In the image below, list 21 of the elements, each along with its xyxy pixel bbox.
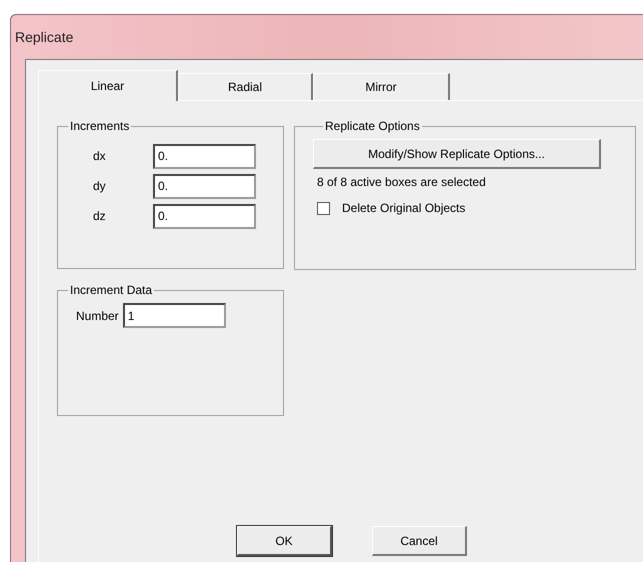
tab[interactable]: Linear xyxy=(38,70,178,101)
tab[interactable]: Mirror xyxy=(313,73,450,100)
cancel-button[interactable]: Cancel xyxy=(372,526,467,556)
field-label: dy xyxy=(93,179,107,193)
input-field[interactable]: 0. xyxy=(153,174,256,198)
checkbox-label[interactable]: Delete Original Objects xyxy=(342,201,466,215)
group-title: Replicate Options xyxy=(324,119,421,133)
status-text: 8 of 8 active boxes are selected xyxy=(317,175,487,189)
field-label: dz xyxy=(93,209,107,223)
field-label: Number xyxy=(76,308,119,322)
window-title: Replicate xyxy=(15,29,74,45)
tab[interactable]: Radial xyxy=(178,73,313,100)
group-title: Increments xyxy=(69,119,130,133)
input-field[interactable]: 1 xyxy=(122,303,226,328)
modify-options-button[interactable]: Modify/Show Replicate Options... xyxy=(313,139,601,169)
ok-button[interactable]: OK xyxy=(237,526,332,556)
input-field[interactable]: 0. xyxy=(153,144,256,168)
checkbox[interactable] xyxy=(317,202,330,214)
field-label: dx xyxy=(93,149,107,163)
group-title: Increment Data xyxy=(69,283,154,297)
input-field[interactable]: 0. xyxy=(153,204,256,228)
